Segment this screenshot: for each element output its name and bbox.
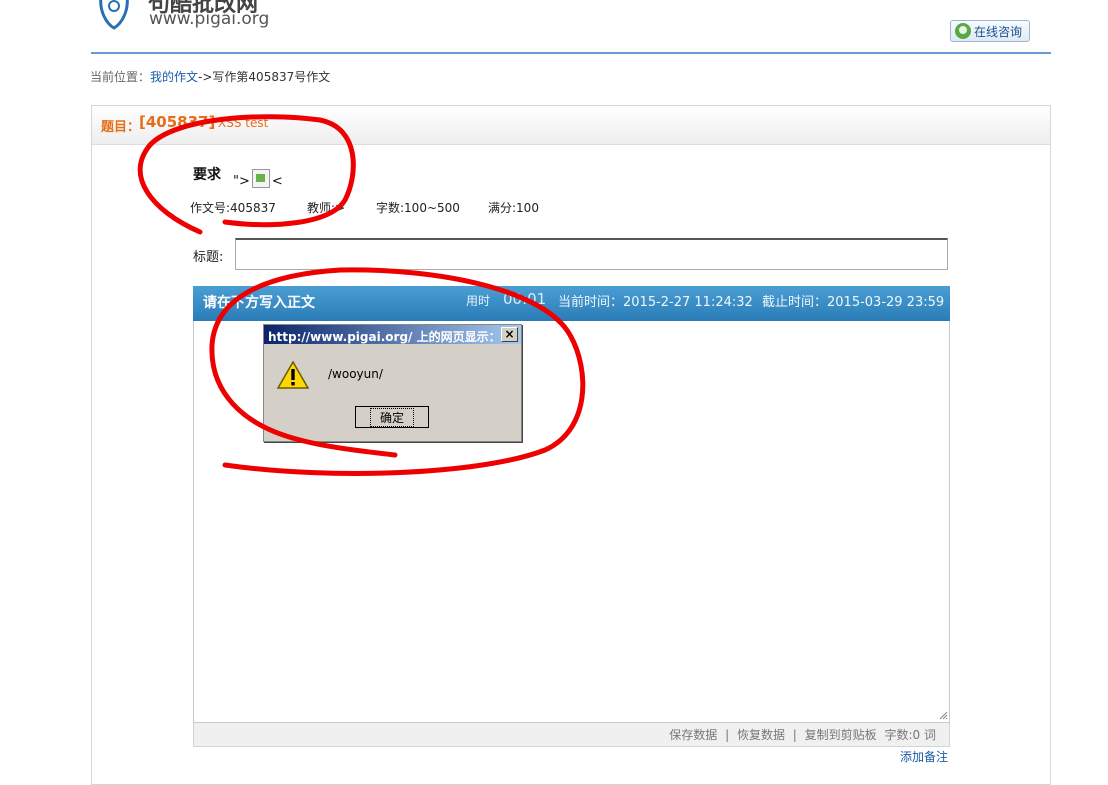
- editor-heading: 请在下方写入正文: [203, 295, 315, 311]
- requirement-label: 要求: [193, 167, 221, 183]
- resize-grip-icon[interactable]: [939, 711, 948, 720]
- elapsed-label: 用时: [466, 294, 491, 308]
- footer-separator: |: [725, 728, 730, 742]
- alert-ok-button[interactable]: 确定: [355, 406, 429, 428]
- warning-icon: [277, 360, 309, 389]
- title-input[interactable]: [235, 238, 948, 270]
- word-count-range: 字数:100~500: [376, 201, 460, 215]
- elapsed-time: 00:01: [503, 290, 547, 308]
- online-consult-label: 在线咨询: [974, 24, 1023, 39]
- restore-data-link[interactable]: 恢复数据: [737, 728, 785, 742]
- essay-title-text: XSS test: [218, 116, 269, 130]
- editor-footer-links: 保存数据 | 恢复数据 | 复制到剪贴板 字数:0 词: [667, 726, 938, 743]
- alert-ok-label: 确定: [369, 407, 414, 427]
- copy-clipboard-link[interactable]: 复制到剪贴板: [805, 728, 877, 742]
- logo-url: www.pigai.org: [149, 9, 270, 29]
- broken-image-icon: [251, 169, 270, 188]
- current-time: 当前时间：2015-2-27 11:24:32: [558, 295, 753, 310]
- footer-separator: |: [792, 728, 797, 742]
- header-divider: [91, 52, 1051, 54]
- alert-title: http://www.pigai.org/ 上的网页显示：: [268, 330, 501, 344]
- logo-icon: [99, 0, 129, 30]
- deadline-time: 截止时间：2015-03-29 23:59: [762, 295, 945, 310]
- breadcrumb-prefix: 当前位置：: [90, 70, 151, 84]
- add-note-link[interactable]: 添加备注: [900, 748, 948, 765]
- save-data-link[interactable]: 保存数据: [669, 728, 717, 742]
- full-score: 满分:100: [488, 201, 539, 215]
- word-count: 字数:0 词: [884, 728, 937, 742]
- breadcrumb-current: 写作第405837号作文: [212, 70, 331, 84]
- essay-number: 作文号:405837: [190, 201, 276, 215]
- requirement-value: "> <: [233, 169, 283, 191]
- alert-close-button[interactable]: ×: [501, 327, 518, 342]
- title-field-label: 标题:: [193, 250, 224, 265]
- requirement-prefix: ">: [233, 174, 250, 189]
- breadcrumb-link-my-essays[interactable]: 我的作文: [150, 70, 198, 84]
- teacher: 教师:>: [307, 201, 346, 215]
- online-consult-button[interactable]: 在线咨询: [950, 20, 1030, 42]
- essay-title-label: 题目：: [101, 120, 141, 135]
- essay-id: [405837]: [139, 113, 216, 131]
- alert-message: /wooyun/: [328, 367, 383, 381]
- breadcrumb: 当前位置：我的作文->写作第405837号作文: [90, 68, 330, 85]
- requirement-suffix: <: [271, 174, 283, 189]
- chat-icon: [955, 23, 971, 39]
- breadcrumb-separator: ->: [198, 70, 213, 84]
